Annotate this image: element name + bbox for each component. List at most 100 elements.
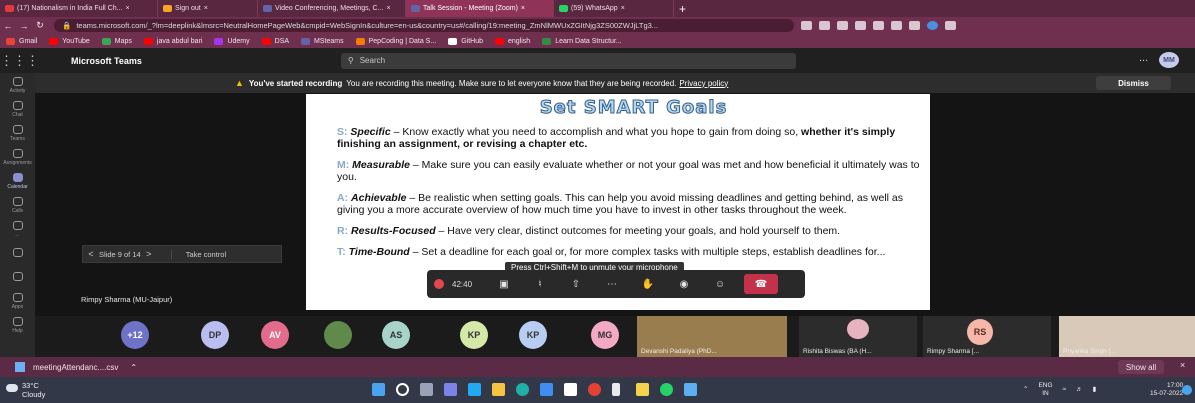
- show-all-button[interactable]: Show all: [1118, 360, 1164, 374]
- camera-off-icon[interactable]: ▣: [486, 279, 522, 290]
- rail-item[interactable]: Assignments: [0, 145, 35, 169]
- participant-avatar[interactable]: AS: [382, 321, 410, 349]
- share-screen-icon[interactable]: ⇧: [558, 279, 594, 290]
- notepad-icon[interactable]: [564, 383, 577, 396]
- rail-item[interactable]: Chat: [0, 97, 35, 121]
- rail-item[interactable]: Calendar: [0, 169, 35, 193]
- raise-hand-icon[interactable]: ✋: [630, 279, 666, 290]
- menu-icon[interactable]: [945, 21, 956, 30]
- participant-avatar[interactable]: DP: [201, 321, 229, 349]
- chevron-up-icon[interactable]: ⌃: [130, 363, 137, 372]
- previous-slide-button[interactable]: <: [83, 249, 99, 259]
- chevron-up-icon[interactable]: ⌃: [1023, 386, 1028, 394]
- rail-item[interactable]: Apps: [0, 289, 35, 313]
- next-slide-button[interactable]: >: [141, 249, 157, 259]
- participant-avatar[interactable]: +12: [121, 321, 149, 349]
- rail-item[interactable]: Help: [0, 313, 35, 337]
- share-icon[interactable]: [819, 21, 830, 30]
- more-options-button[interactable]: ...: [1139, 52, 1148, 64]
- bookmark-item[interactable]: Learn Data Structur...: [542, 37, 622, 45]
- bookmark-item[interactable]: java abdul bari: [143, 37, 202, 45]
- wifi-icon[interactable]: ≈: [1063, 386, 1067, 394]
- volume-icon[interactable]: ♬: [1076, 386, 1083, 394]
- rail-item[interactable]: [0, 265, 35, 289]
- participant-video-tile[interactable]: Devanshi Padaliya (PhD...: [637, 316, 787, 357]
- profile-icon[interactable]: [927, 21, 938, 30]
- mic-muted-icon[interactable]: ♮: [522, 279, 558, 290]
- browser-tab[interactable]: Video Conferencing, Meetings, C... ×: [258, 0, 406, 17]
- rail-item[interactable]: Activity: [0, 73, 35, 97]
- sticky-notes-icon[interactable]: [636, 383, 649, 396]
- star-icon[interactable]: [837, 21, 848, 30]
- browser-tab[interactable]: Sign out ×: [158, 0, 258, 17]
- task-view-icon[interactable]: [420, 383, 433, 396]
- participant-video-tile[interactable]: Rishita Biswas (BA (H...: [799, 316, 917, 357]
- take-control-button[interactable]: Take control: [170, 249, 226, 259]
- app-launcher-icon[interactable]: ⋮⋮⋮: [0, 53, 39, 69]
- puzzle-icon[interactable]: [891, 21, 902, 30]
- bookmark-item[interactable]: Udemy: [214, 37, 250, 45]
- file-explorer-icon[interactable]: [492, 383, 505, 396]
- store-icon[interactable]: [540, 383, 553, 396]
- rail-item[interactable]: ...: [0, 217, 35, 241]
- browser-tab[interactable]: (17) Nationalism in India Full Ch... ×: [0, 0, 158, 17]
- tab-close-icon[interactable]: ×: [204, 5, 208, 12]
- back-icon[interactable]: ←: [0, 21, 16, 31]
- tab-close-icon[interactable]: ×: [521, 5, 525, 12]
- tab-close-icon[interactable]: ×: [125, 5, 129, 12]
- extension-icon[interactable]: [855, 21, 866, 30]
- reload-icon[interactable]: ↻: [32, 20, 48, 31]
- close-downloads-button[interactable]: ×: [1180, 360, 1185, 370]
- bookmark-item[interactable]: MSteams: [301, 37, 344, 45]
- privacy-policy-link[interactable]: Privacy policy: [679, 79, 728, 88]
- participant-avatar[interactable]: MG: [591, 321, 619, 349]
- participant-video-tile[interactable]: Priyanka Singh [...: [1059, 316, 1195, 357]
- vscode-icon[interactable]: [468, 383, 481, 396]
- extension-icon[interactable]: [873, 21, 884, 30]
- download-file-name[interactable]: meetingAttendanc....csv: [33, 363, 118, 372]
- language-indicator[interactable]: ENG IN: [1038, 382, 1052, 398]
- bookmark-item[interactable]: Gmail: [6, 37, 37, 45]
- user-avatar[interactable]: MM: [1159, 52, 1179, 68]
- tab-close-icon[interactable]: ×: [621, 5, 625, 12]
- taskbar-clock[interactable]: 17:00 15-07-2022: [1150, 382, 1183, 398]
- hang-up-button[interactable]: ☎: [744, 274, 778, 294]
- search-icon[interactable]: [396, 383, 409, 396]
- bookmark-item[interactable]: GitHub: [448, 37, 483, 45]
- search-input[interactable]: ⚲ Search: [340, 52, 796, 69]
- url-field[interactable]: 🔒 teams.microsoft.com/_?lm=deeplink&lmsrc…: [54, 19, 794, 32]
- weather-widget[interactable]: 33°C Cloudy: [22, 381, 45, 399]
- chat-icon[interactable]: ◉: [666, 279, 702, 290]
- rail-item[interactable]: Calls: [0, 193, 35, 217]
- rail-item[interactable]: Teams: [0, 121, 35, 145]
- participants-icon[interactable]: ☺: [702, 279, 738, 290]
- tab-close-icon[interactable]: ×: [386, 5, 390, 12]
- bookmark-item[interactable]: PepCoding | Data S...: [355, 37, 436, 45]
- participant-avatar[interactable]: AV: [261, 321, 289, 349]
- notification-icon[interactable]: [1182, 385, 1192, 395]
- forward-icon[interactable]: →: [16, 21, 32, 31]
- sidebar-icon[interactable]: [909, 21, 920, 30]
- browser-tab[interactable]: (59) WhatsApp ×: [554, 0, 674, 17]
- bookmark-item[interactable]: DSA: [261, 37, 289, 45]
- photos-icon[interactable]: [684, 383, 697, 396]
- more-actions-icon[interactable]: ⋯: [594, 279, 630, 290]
- dismiss-button[interactable]: Dismiss: [1096, 76, 1171, 90]
- bookmark-item[interactable]: YouTube: [49, 37, 90, 45]
- windows-start-icon[interactable]: [372, 383, 385, 396]
- chrome-icon[interactable]: [588, 383, 601, 396]
- browser-tab[interactable]: Talk Session - Meeting (Zoom) ×: [406, 0, 554, 17]
- cast-icon[interactable]: [801, 21, 812, 30]
- edge-icon[interactable]: [516, 383, 529, 396]
- rail-item[interactable]: [0, 241, 35, 265]
- new-tab-button[interactable]: +: [674, 0, 691, 17]
- bookmark-item[interactable]: Maps: [101, 37, 132, 45]
- battery-icon[interactable]: ▮: [1093, 386, 1097, 394]
- bookmark-item[interactable]: english: [495, 37, 530, 45]
- participant-avatar[interactable]: KP: [519, 321, 547, 349]
- participant-video-tile[interactable]: RS Rimpy Sharma [...: [923, 316, 1051, 357]
- whatsapp-icon[interactable]: [660, 383, 673, 396]
- app-icon[interactable]: [612, 383, 620, 396]
- participant-avatar[interactable]: [324, 321, 352, 349]
- teams-chat-icon[interactable]: [444, 383, 457, 396]
